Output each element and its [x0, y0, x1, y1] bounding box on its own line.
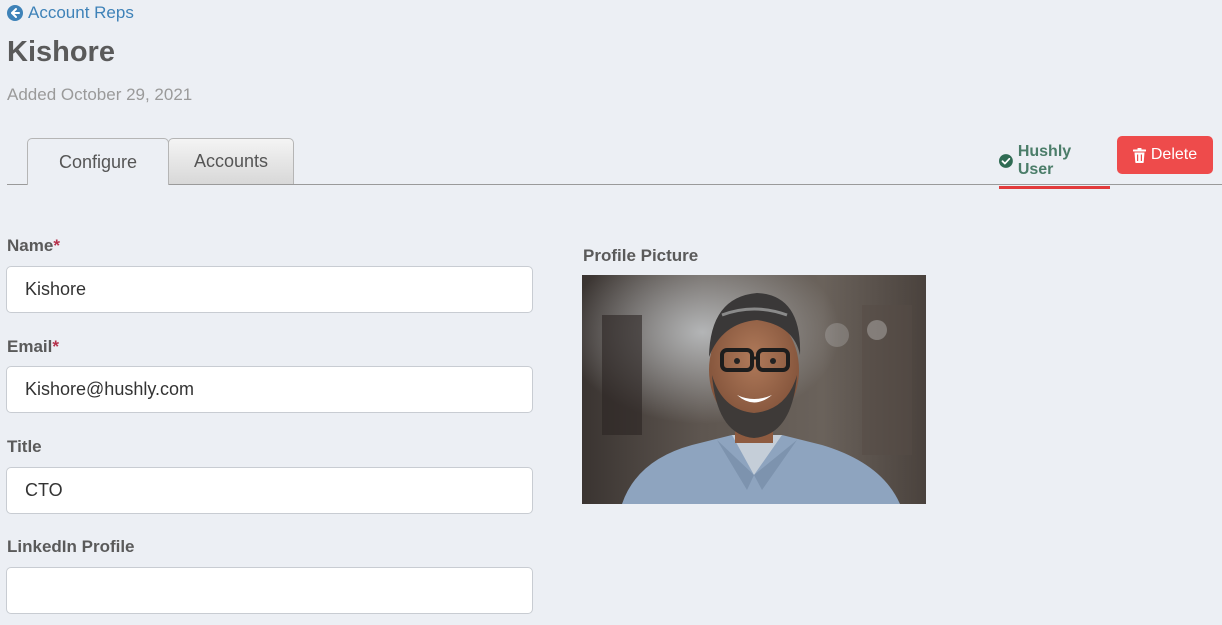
- delete-button-label: Delete: [1150, 146, 1198, 163]
- required-mark: *: [52, 337, 59, 356]
- name-label-text: Name: [7, 236, 54, 255]
- name-label: Name*: [7, 236, 60, 256]
- email-field[interactable]: [6, 366, 533, 413]
- hushly-user-label: Hushly User: [1017, 143, 1072, 178]
- required-mark: *: [53, 236, 60, 255]
- profile-picture[interactable]: [582, 275, 926, 504]
- back-link-account-reps[interactable]: Account Reps: [7, 3, 134, 23]
- name-field[interactable]: [6, 266, 533, 313]
- email-label: Email*: [7, 337, 59, 357]
- linkedin-label-text: LinkedIn Profile: [7, 537, 135, 556]
- check-circle-icon: [999, 154, 1013, 168]
- linkedin-field[interactable]: [6, 567, 533, 614]
- title-label: Title: [7, 437, 42, 457]
- linkedin-label: LinkedIn Profile: [7, 537, 135, 557]
- title-field[interactable]: [6, 467, 533, 514]
- back-link-label: Account Reps: [28, 3, 134, 22]
- hushly-user-status[interactable]: Hushly User: [999, 143, 1110, 189]
- profile-picture-label: Profile Picture: [583, 246, 699, 265]
- trash-icon: [1132, 147, 1146, 163]
- tab-configure[interactable]: Configure: [27, 138, 169, 185]
- title-label-text: Title: [7, 437, 42, 456]
- tab-accounts[interactable]: Accounts: [168, 138, 294, 184]
- email-label-text: Email: [7, 337, 53, 356]
- added-date: Added October 29, 2021: [7, 85, 193, 104]
- delete-button[interactable]: Delete: [1117, 136, 1213, 174]
- page-title: Kishore: [7, 36, 115, 68]
- arrow-circle-left-icon: [7, 5, 23, 21]
